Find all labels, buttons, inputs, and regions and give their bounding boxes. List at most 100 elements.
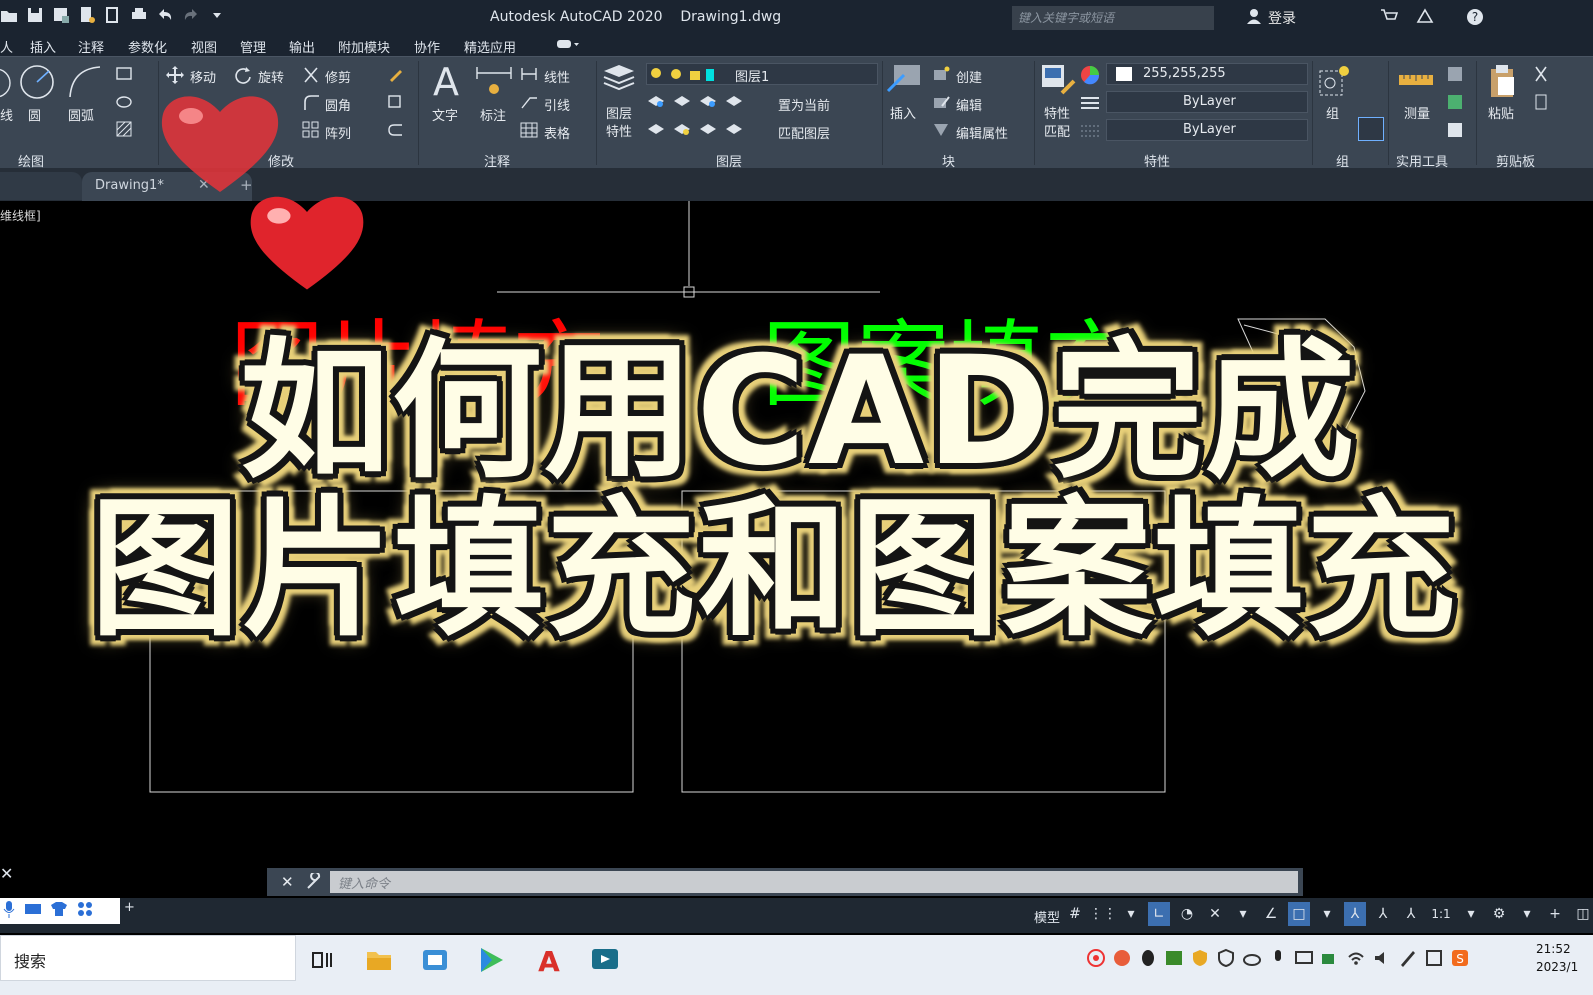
polar-icon[interactable]: ◔ xyxy=(1176,902,1198,926)
tray-shield-icon[interactable] xyxy=(1216,948,1236,968)
erase-icon[interactable] xyxy=(386,66,404,88)
layer-properties-icon[interactable] xyxy=(602,61,636,99)
linetype-dropdown[interactable]: ByLayer xyxy=(1106,91,1308,113)
tray-wifi-icon[interactable] xyxy=(1346,948,1366,968)
draw-circle-label[interactable]: 圆 xyxy=(28,105,41,124)
modify-array-label[interactable]: 阵列 xyxy=(325,123,351,142)
object-snap-dropdown-icon[interactable]: ▾ xyxy=(1316,902,1338,926)
trim-icon[interactable] xyxy=(302,66,320,88)
tray-qq-icon[interactable] xyxy=(1138,948,1158,968)
dimension-icon[interactable] xyxy=(474,63,514,105)
arc-icon[interactable] xyxy=(66,63,104,105)
object-snap-icon[interactable]: □ xyxy=(1288,902,1310,926)
tray-security-icon[interactable] xyxy=(1190,948,1210,968)
layout-add-icon[interactable]: + xyxy=(124,900,135,915)
ribbon-toggle-icon[interactable] xyxy=(556,36,580,56)
layer-tools-row1-icon[interactable] xyxy=(646,93,752,113)
modify-rotate-label[interactable]: 旋转 xyxy=(258,67,284,86)
snap-icon[interactable]: ⋮⋮ xyxy=(1089,902,1117,926)
osnap-angle-icon[interactable]: ∠ xyxy=(1260,902,1282,926)
table-icon[interactable] xyxy=(520,122,538,142)
ellipse-icon[interactable] xyxy=(116,95,134,113)
edit-block-icon[interactable] xyxy=(932,94,950,114)
move-icon[interactable] xyxy=(166,66,184,88)
tray-cloud-icon[interactable] xyxy=(1242,948,1262,968)
draw-line-label[interactable]: 线 xyxy=(0,105,13,124)
tray-volume-icon[interactable] xyxy=(1372,948,1392,968)
model-space-label[interactable]: 模型 xyxy=(1034,907,1060,926)
lineweight-icon[interactable] xyxy=(1080,123,1100,143)
circle-icon[interactable] xyxy=(18,63,56,105)
paste-icon[interactable] xyxy=(1488,63,1518,103)
skin-icon[interactable] xyxy=(50,901,68,921)
system-clock[interactable]: 21:52 2023/1 xyxy=(1536,940,1578,976)
array-icon[interactable] xyxy=(302,121,320,143)
group-icon[interactable] xyxy=(1318,63,1352,103)
measure-label[interactable]: 测量 xyxy=(1404,103,1430,122)
workspace-dropdown-icon[interactable]: ▾ xyxy=(1516,902,1538,926)
isodraft-dropdown-icon[interactable]: ▾ xyxy=(1232,902,1254,926)
viewport-style-label[interactable]: 维线框] xyxy=(0,207,41,224)
text-icon[interactable]: A xyxy=(428,60,464,105)
block-edit-label[interactable]: 编辑 xyxy=(956,95,982,114)
search-input[interactable]: 键入关键字或短语 xyxy=(1012,6,1214,30)
rotate-icon[interactable] xyxy=(234,66,252,88)
file-explorer-icon[interactable] xyxy=(364,945,394,975)
annotation-leader-label[interactable]: 引线 xyxy=(544,95,570,114)
save-as-icon[interactable] xyxy=(52,6,70,24)
tab-manage[interactable]: 管理 xyxy=(240,37,266,56)
taskbar-search-label[interactable]: 搜索 xyxy=(14,948,46,972)
toolbox-icon[interactable] xyxy=(76,901,94,921)
modify-trim-label[interactable]: 修剪 xyxy=(325,67,351,86)
print-icon[interactable] xyxy=(130,6,148,24)
tab-output[interactable]: 输出 xyxy=(289,37,315,56)
layer-properties-label2[interactable]: 特性 xyxy=(606,121,632,140)
snap-dropdown-icon[interactable]: ▾ xyxy=(1120,902,1142,926)
explode-icon[interactable] xyxy=(386,93,404,115)
tab-addins[interactable]: 附加模块 xyxy=(338,37,390,56)
workspace-gear-icon[interactable]: ⚙ xyxy=(1488,902,1510,926)
offset-icon[interactable] xyxy=(386,121,404,143)
task-view-icon[interactable] xyxy=(308,945,338,975)
annotation-scale-icon[interactable]: ⅄ xyxy=(1400,902,1422,926)
tab-annotate[interactable]: 注释 xyxy=(78,37,104,56)
ortho-icon[interactable]: ∟ xyxy=(1148,902,1170,926)
layer-properties-label[interactable]: 图层 xyxy=(606,103,632,122)
match-properties-label[interactable]: 特性 xyxy=(1044,103,1070,122)
mic-icon[interactable] xyxy=(2,900,16,922)
hatch-icon[interactable] xyxy=(116,121,134,141)
command-close-icon[interactable]: ✕ xyxy=(281,873,294,891)
a360-icon[interactable] xyxy=(1416,8,1434,30)
rectangle-icon[interactable] xyxy=(116,67,134,85)
block-create-label[interactable]: 创建 xyxy=(956,67,982,86)
close-panel-icon[interactable]: ✕ xyxy=(0,864,13,883)
cart-icon[interactable] xyxy=(1380,8,1399,30)
annotation-table-label[interactable]: 表格 xyxy=(544,123,570,142)
annotation-autoscale-icon[interactable]: ⅄ xyxy=(1372,902,1394,926)
tray-record-icon[interactable] xyxy=(1086,948,1106,968)
app-icon-photos[interactable] xyxy=(420,945,450,975)
tray-sogou-icon[interactable]: S xyxy=(1450,948,1470,968)
login-button[interactable]: 登录 xyxy=(1246,8,1296,28)
tray-app-icon[interactable] xyxy=(1112,948,1132,968)
save-icon[interactable] xyxy=(26,6,44,24)
app-icon-recorder[interactable] xyxy=(590,945,620,975)
tab-insert[interactable]: 插入 xyxy=(30,37,56,56)
isolate-icon[interactable]: ◫ xyxy=(1572,902,1593,926)
autocad-app-icon[interactable]: A xyxy=(534,945,564,978)
tab-parametric[interactable]: 参数化 xyxy=(128,37,167,56)
command-input[interactable]: 键入命令 xyxy=(330,871,1298,893)
grid-icon[interactable]: # xyxy=(1064,902,1086,926)
undo-icon[interactable] xyxy=(156,6,174,24)
block-insert-label[interactable]: 插入 xyxy=(890,103,916,122)
modify-fillet-label[interactable]: 圆角 xyxy=(325,95,351,114)
layer-match-label[interactable]: 匹配图层 xyxy=(778,123,830,142)
tray-pen-icon[interactable] xyxy=(1398,948,1418,968)
utility-tools-icon[interactable] xyxy=(1446,65,1466,149)
help-icon[interactable]: ? xyxy=(1466,8,1484,30)
layer-set-current-label[interactable]: 置为当前 xyxy=(778,95,830,114)
paste-label[interactable]: 粘贴 xyxy=(1488,103,1514,122)
annotation-dimension-label[interactable]: 标注 xyxy=(480,105,506,124)
tab-view[interactable]: 视图 xyxy=(191,37,217,56)
group-select-icon[interactable] xyxy=(1358,117,1384,141)
